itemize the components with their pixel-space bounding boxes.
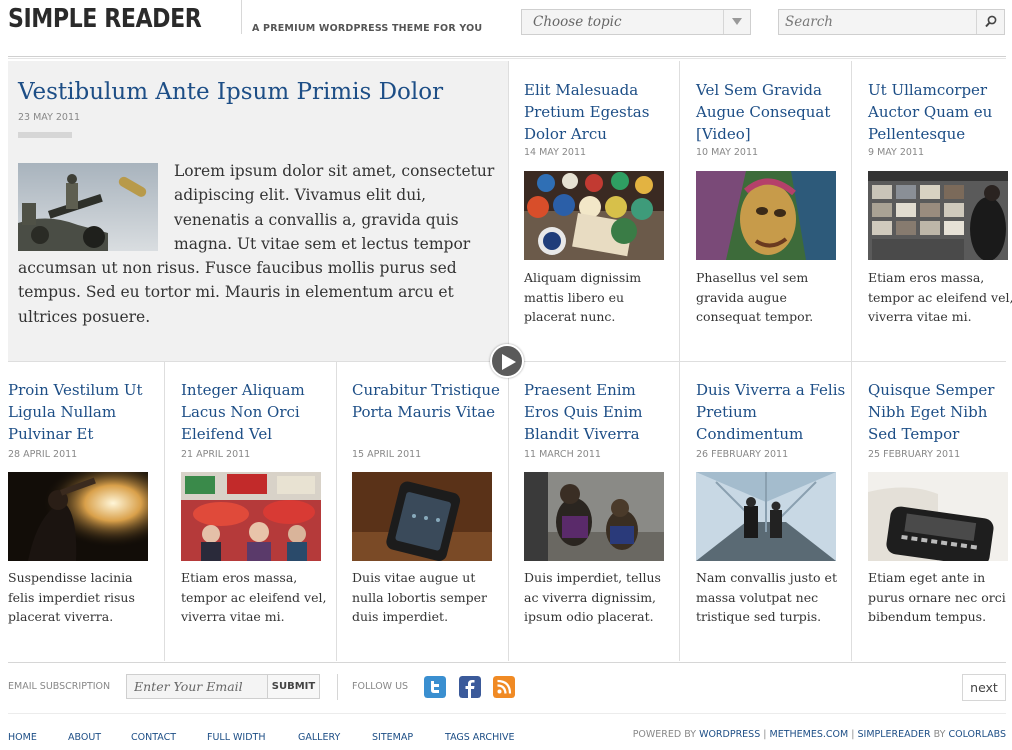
post-date: 9 MAY 2011 (868, 147, 925, 158)
header-divider (241, 0, 242, 34)
next-page-button[interactable]: next (962, 674, 1006, 701)
post-card: Vel Sem Gravida Augue Consequat [Video] … (680, 61, 852, 361)
follow-us-label: FOLLOW US (352, 681, 409, 692)
credits-simplereader-link[interactable]: SIMPLEREADER (858, 729, 931, 740)
post-excerpt: Duis imperdiet, tellus ac viverra dignis… (524, 570, 661, 624)
post-date: 28 APRIL 2011 (8, 449, 78, 460)
post-thumbnail[interactable] (181, 472, 321, 561)
post-card: Elit Malesuada Pretium Egestas Dolor Arc… (508, 61, 680, 361)
featured-post-title[interactable]: Vestibulum Ante Ipsum Primis Dolor (18, 79, 443, 105)
post-card: Curabitur Tristique Porta Mauris Vitae 1… (336, 361, 508, 661)
topic-select[interactable]: Choose topic (521, 9, 751, 35)
site-logo[interactable]: SIMPLE READER (8, 4, 202, 34)
post-title[interactable]: Integer Aliquam Lacus Non Orci Eleifend … (181, 379, 331, 445)
search-box (778, 9, 1005, 35)
site-tagline: A PREMIUM WORDPRESS THEME FOR YOU (252, 23, 483, 34)
featured-post-divider (18, 132, 72, 138)
post-title[interactable]: Duis Viverra a Felis Pretium Condimentum (696, 379, 846, 445)
post-card: Proin Vestilum Ut Ligula Nullam Pulvinar… (8, 361, 180, 661)
site-header: SIMPLE READER A PREMIUM WORDPRESS THEME … (0, 0, 1012, 56)
featured-post-excerpt: Lorem ipsum dolor sit amet, consectetur … (18, 159, 500, 329)
post-excerpt: Phasellus vel sem gravida augue consequa… (696, 270, 814, 324)
post-excerpt: Etiam eros massa, tempor ac eleifend vel… (181, 570, 327, 624)
post-date: 15 APRIL 2011 (352, 449, 422, 460)
footer-nav-full-width[interactable]: FULL WIDTH (207, 732, 265, 743)
search-button[interactable] (976, 10, 1004, 34)
grid-divider (164, 361, 165, 661)
facebook-icon[interactable] (459, 676, 481, 698)
search-icon (985, 15, 997, 28)
post-thumbnail[interactable] (868, 472, 1008, 561)
footer-divider (337, 674, 338, 700)
post-thumbnail[interactable] (524, 171, 664, 260)
email-subscription-label: EMAIL SUBSCRIPTION (8, 681, 111, 692)
grid-divider (336, 361, 337, 661)
post-thumbnail[interactable] (352, 472, 492, 561)
post-card: Ut Ullamcorper Auctor Quam eu Pellentesq… (852, 61, 1012, 361)
post-card: Praesent Enim Eros Quis Enim Blandit Viv… (508, 361, 680, 661)
topic-select-toggle[interactable] (723, 10, 750, 34)
search-input[interactable] (779, 10, 975, 34)
featured-post-date: 23 MAY 2011 (18, 112, 81, 123)
post-thumbnail[interactable] (696, 472, 836, 561)
play-icon (502, 354, 516, 370)
post-date: 25 FEBRUARY 2011 (868, 449, 961, 460)
footer-nav-contact[interactable]: CONTACT (131, 732, 176, 743)
submit-button[interactable]: SUBMIT (267, 674, 320, 699)
chevron-down-icon (732, 18, 742, 25)
footer-nav-home[interactable]: HOME (8, 732, 37, 743)
post-excerpt: Aliquam dignissim mattis libero eu place… (524, 270, 642, 324)
credits-by: BY (933, 729, 946, 740)
post-card: Duis Viverra a Felis Pretium Condimentum… (680, 361, 852, 661)
featured-post: Vestibulum Ante Ipsum Primis Dolor 23 MA… (8, 61, 508, 361)
post-title[interactable]: Quisque Semper Nibh Eget Nibh Sed Tempor (868, 379, 1012, 445)
excerpt-image-spacer (18, 159, 174, 255)
post-title[interactable]: Proin Vestilum Ut Ligula Nullam Pulvinar… (8, 379, 158, 445)
footer-rule (8, 713, 1006, 714)
credits-colorlabs-link[interactable]: COLORLABS (948, 729, 1006, 740)
credits-powered-by: POWERED BY (632, 729, 697, 740)
footer-rule (8, 662, 1006, 663)
footer-nav-sitemap[interactable]: SITEMAP (372, 732, 413, 743)
post-title[interactable]: Curabitur Tristique Porta Mauris Vitae (352, 379, 502, 423)
post-card: Quisque Semper Nibh Eget Nibh Sed Tempor… (852, 361, 1012, 661)
credits-methemes-link[interactable]: METHEMES.COM (770, 729, 849, 740)
post-date: 10 MAY 2011 (696, 147, 759, 158)
email-field[interactable] (126, 674, 268, 699)
credits-wordpress-link[interactable]: WORDPRESS (699, 729, 760, 740)
topic-select-value: Choose topic (533, 14, 622, 30)
slider-play-button[interactable] (490, 344, 524, 378)
post-date: 11 MARCH 2011 (524, 449, 601, 460)
credits-separator: | (851, 729, 855, 740)
post-thumbnail[interactable] (524, 472, 664, 561)
post-title[interactable]: Ut Ullamcorper Auctor Quam eu Pellentesq… (868, 79, 1012, 145)
post-excerpt: Suspendisse lacinia felis imperdiet risu… (8, 570, 135, 624)
post-title[interactable]: Elit Malesuada Pretium Egestas Dolor Arc… (524, 79, 674, 145)
post-title[interactable]: Vel Sem Gravida Augue Consequat [Video] (696, 79, 846, 145)
post-thumbnail[interactable] (696, 171, 836, 260)
rss-icon[interactable] (493, 676, 515, 698)
post-thumbnail[interactable] (8, 472, 148, 561)
footer-nav-about[interactable]: ABOUT (68, 732, 101, 743)
post-excerpt: Etiam eget ante in purus ornare nec orci… (868, 570, 1006, 624)
post-date: 14 MAY 2011 (524, 147, 587, 158)
twitter-icon[interactable] (424, 676, 446, 698)
post-excerpt: Nam convallis justo et massa volutpat ne… (696, 570, 837, 624)
post-title[interactable]: Praesent Enim Eros Quis Enim Blandit Viv… (524, 379, 674, 445)
post-excerpt: Etiam eros massa, tempor ac eleifend vel… (868, 270, 1012, 324)
footer-nav-tags-archive[interactable]: TAGS ARCHIVE (445, 732, 515, 743)
footer-credits: POWERED BY WORDPRESS | METHEMES.COM | SI… (633, 729, 1006, 740)
post-date: 21 APRIL 2011 (181, 449, 251, 460)
footer-nav-gallery[interactable]: GALLERY (298, 732, 340, 743)
post-thumbnail[interactable] (868, 171, 1008, 260)
header-rule (8, 56, 1006, 59)
post-excerpt: Duis vitae augue ut nulla lobortis sempe… (352, 570, 487, 624)
post-card: Integer Aliquam Lacus Non Orci Eleifend … (165, 361, 337, 661)
credits-separator: | (763, 729, 767, 740)
post-date: 26 FEBRUARY 2011 (696, 449, 789, 460)
